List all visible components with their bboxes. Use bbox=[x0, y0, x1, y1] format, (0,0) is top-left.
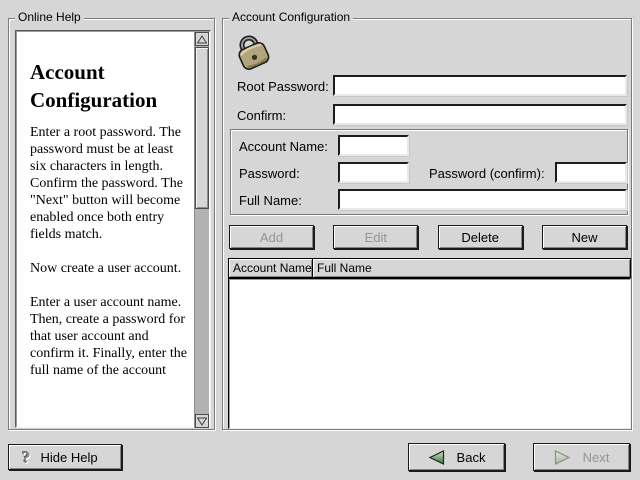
hide-help-button[interactable]: ? Hide Help bbox=[8, 444, 122, 470]
help-paragraph: Enter a root password. The password must… bbox=[30, 124, 190, 243]
help-scrollbar[interactable] bbox=[194, 32, 209, 428]
accounts-table-header: Account Name Full Name bbox=[228, 258, 631, 278]
back-button[interactable]: Back bbox=[408, 443, 505, 471]
scrollbar-thumb[interactable] bbox=[195, 47, 209, 209]
delete-button[interactable]: Delete bbox=[438, 225, 523, 249]
password-confirm-input[interactable] bbox=[555, 162, 627, 183]
installer-window: Online Help Account Configuration Enter … bbox=[0, 0, 640, 480]
next-arrow-icon bbox=[554, 450, 571, 465]
root-password-label: Root Password: bbox=[237, 79, 329, 94]
password-confirm-label: Password (confirm): bbox=[429, 166, 545, 181]
help-paragraph: Enter a user account name. Then, create … bbox=[30, 294, 190, 379]
help-text-area: Account Configuration Enter a root passw… bbox=[15, 30, 211, 428]
user-account-subframe: Account Name: Password: Password (confir… bbox=[230, 129, 628, 215]
back-arrow-icon bbox=[428, 450, 445, 465]
account-name-label: Account Name: bbox=[239, 139, 328, 154]
account-configuration-frame-title: Account Configuration bbox=[229, 10, 353, 24]
hide-help-label: Hide Help bbox=[41, 450, 98, 465]
help-heading: Account Configuration bbox=[30, 58, 190, 114]
account-configuration-frame: Account Configuration Root Password: Con… bbox=[222, 18, 632, 430]
online-help-frame-title: Online Help bbox=[15, 10, 84, 24]
full-name-input[interactable] bbox=[338, 189, 627, 210]
help-content: Account Configuration Enter a root passw… bbox=[16, 31, 194, 426]
next-label: Next bbox=[583, 450, 610, 465]
question-mark-icon: ? bbox=[22, 449, 31, 466]
next-button: Next bbox=[533, 443, 630, 471]
full-name-label: Full Name: bbox=[239, 193, 302, 208]
accounts-table-body[interactable] bbox=[228, 278, 631, 429]
password-label: Password: bbox=[239, 166, 300, 181]
accounts-table: Account Name Full Name bbox=[228, 258, 631, 429]
column-header-account-name[interactable]: Account Name bbox=[228, 258, 313, 278]
account-action-buttons: Add Edit Delete New bbox=[229, 225, 627, 249]
back-label: Back bbox=[457, 450, 486, 465]
up-triangle-icon bbox=[197, 35, 207, 44]
online-help-frame: Online Help Account Configuration Enter … bbox=[8, 18, 215, 430]
scrollbar-down-button[interactable] bbox=[195, 414, 209, 428]
scrollbar-up-button[interactable] bbox=[195, 32, 209, 46]
password-input[interactable] bbox=[338, 162, 409, 183]
down-triangle-icon bbox=[197, 417, 207, 426]
column-header-full-name[interactable]: Full Name bbox=[312, 258, 631, 278]
add-button: Add bbox=[229, 225, 314, 249]
padlock-icon bbox=[231, 31, 273, 71]
confirm-password-input[interactable] bbox=[333, 104, 627, 125]
help-paragraph: Now create a user account. bbox=[30, 260, 190, 277]
root-password-input[interactable] bbox=[333, 75, 627, 96]
account-name-input[interactable] bbox=[338, 135, 409, 156]
new-button[interactable]: New bbox=[542, 225, 627, 249]
confirm-password-label: Confirm: bbox=[237, 108, 286, 123]
edit-button: Edit bbox=[333, 225, 418, 249]
